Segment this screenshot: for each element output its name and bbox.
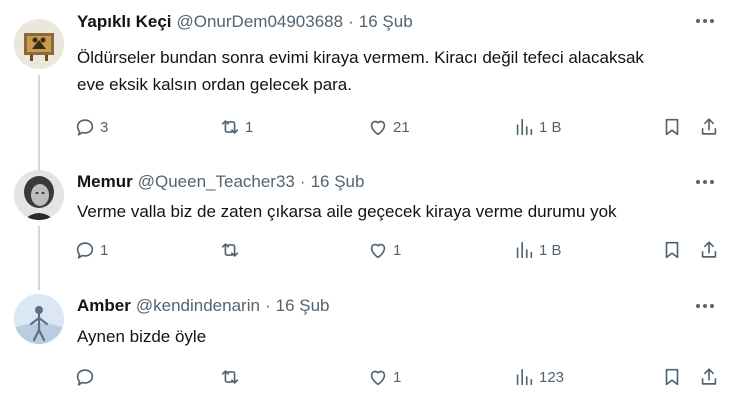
views-bar-icon bbox=[516, 118, 533, 136]
bookmark-icon bbox=[665, 118, 679, 136]
user-handle[interactable]: @kendindenarin bbox=[136, 296, 260, 316]
reply-bubble-icon bbox=[76, 242, 94, 259]
tweet-text: Öldürseler bundan sonra evimi kiraya ver… bbox=[77, 44, 717, 98]
tweet[interactable]: Yapıklı Keçi @OnurDem04903688 · 16 Şub Ö… bbox=[0, 0, 730, 170]
bookmark-button[interactable] bbox=[661, 237, 683, 263]
action-bar: 3 1 21 1 B bbox=[74, 114, 724, 140]
reply-count: 1 bbox=[100, 241, 109, 259]
goat-avatar-image bbox=[14, 19, 64, 69]
display-name[interactable]: Memur bbox=[77, 172, 133, 192]
tweet-text-line: Verme valla biz de zaten çıkarsa aile ge… bbox=[77, 202, 617, 221]
views-bar-icon bbox=[516, 368, 533, 386]
retweet-button[interactable] bbox=[219, 237, 245, 263]
thread-line bbox=[38, 226, 40, 290]
heart-icon bbox=[370, 243, 386, 259]
view-count: 1 B bbox=[539, 241, 562, 259]
separator-dot: · bbox=[264, 296, 271, 315]
avatar[interactable] bbox=[14, 294, 64, 344]
reply-button[interactable] bbox=[74, 364, 100, 390]
bookmark-icon bbox=[665, 241, 679, 259]
timestamp[interactable]: 16 Şub bbox=[359, 12, 413, 32]
separator-dot: · bbox=[348, 12, 354, 31]
like-count: 1 bbox=[393, 368, 402, 386]
tweet-header: Yapıklı Keçi @OnurDem04903688 · 16 Şub bbox=[77, 10, 413, 34]
like-button[interactable]: 1 bbox=[367, 237, 401, 263]
tweet[interactable]: Memur @Queen_Teacher33 · 16 Şub Verme va… bbox=[0, 170, 730, 290]
action-bar: 1 1 1 B bbox=[74, 237, 724, 263]
action-bar: 1 123 bbox=[74, 364, 724, 390]
user-handle[interactable]: @OnurDem04903688 bbox=[177, 12, 344, 32]
separator-dot: · bbox=[299, 172, 306, 191]
view-count: 123 bbox=[539, 368, 565, 386]
bookmark-icon bbox=[665, 368, 679, 386]
display-name[interactable]: Yapıklı Keçi bbox=[77, 12, 172, 32]
share-icon bbox=[701, 368, 717, 385]
tweet-header: Amber @kendindenarin · 16 Şub bbox=[77, 294, 330, 318]
share-button[interactable] bbox=[698, 364, 720, 390]
timestamp[interactable]: 16 Şub bbox=[276, 296, 330, 316]
tweet-text-line: Aynen bizde öyle bbox=[77, 327, 207, 346]
heart-icon bbox=[370, 120, 386, 136]
tweet-text: Verme valla biz de zaten çıkarsa aile ge… bbox=[77, 198, 717, 225]
timestamp[interactable]: 16 Şub bbox=[311, 172, 365, 192]
tweet[interactable]: Amber @kendindenarin · 16 Şub Aynen bizd… bbox=[0, 294, 730, 420]
user-handle[interactable]: @Queen_Teacher33 bbox=[138, 172, 295, 192]
retweet-icon bbox=[221, 120, 239, 134]
reply-bubble-icon bbox=[76, 369, 94, 386]
more-dots-icon[interactable] bbox=[694, 295, 716, 317]
share-icon bbox=[701, 118, 717, 135]
retweet-icon bbox=[221, 370, 239, 384]
avatar[interactable] bbox=[14, 170, 64, 220]
views-button[interactable]: 123 bbox=[513, 364, 564, 390]
avatar[interactable] bbox=[14, 19, 64, 69]
like-button[interactable]: 1 bbox=[367, 364, 401, 390]
share-button[interactable] bbox=[698, 114, 720, 140]
like-count: 1 bbox=[393, 241, 402, 259]
views-button[interactable]: 1 B bbox=[513, 237, 562, 263]
bookmark-button[interactable] bbox=[661, 364, 683, 390]
share-button[interactable] bbox=[698, 237, 720, 263]
views-button[interactable]: 1 B bbox=[513, 114, 562, 140]
heart-icon bbox=[370, 370, 386, 386]
reply-bubble-icon bbox=[76, 119, 94, 136]
views-bar-icon bbox=[516, 241, 533, 259]
retweet-button[interactable]: 1 bbox=[219, 114, 253, 140]
share-icon bbox=[701, 241, 717, 258]
more-dots-icon[interactable] bbox=[694, 171, 716, 193]
more-dots-icon[interactable] bbox=[694, 10, 716, 32]
like-button[interactable]: 21 bbox=[367, 114, 410, 140]
tweet-header: Memur @Queen_Teacher33 · 16 Şub bbox=[77, 170, 364, 194]
retweet-button[interactable] bbox=[219, 364, 245, 390]
tweet-text: Aynen bizde öyle bbox=[77, 323, 717, 350]
bookmark-button[interactable] bbox=[661, 114, 683, 140]
tweet-text-line: Öldürseler bundan sonra evimi kiraya ver… bbox=[77, 48, 644, 67]
like-count: 21 bbox=[393, 118, 410, 136]
woman-portrait-avatar-image bbox=[14, 170, 64, 220]
display-name[interactable]: Amber bbox=[77, 296, 131, 316]
figure-avatar-image bbox=[14, 294, 64, 344]
retweet-count: 1 bbox=[245, 118, 254, 136]
retweet-icon bbox=[221, 243, 239, 257]
thread-line bbox=[38, 75, 40, 170]
reply-count: 3 bbox=[100, 118, 109, 136]
view-count: 1 B bbox=[539, 118, 562, 136]
tweet-text-line: eve eksik kalsın ordan gelecek para. bbox=[77, 75, 352, 94]
reply-button[interactable]: 1 bbox=[74, 237, 108, 263]
reply-button[interactable]: 3 bbox=[74, 114, 108, 140]
